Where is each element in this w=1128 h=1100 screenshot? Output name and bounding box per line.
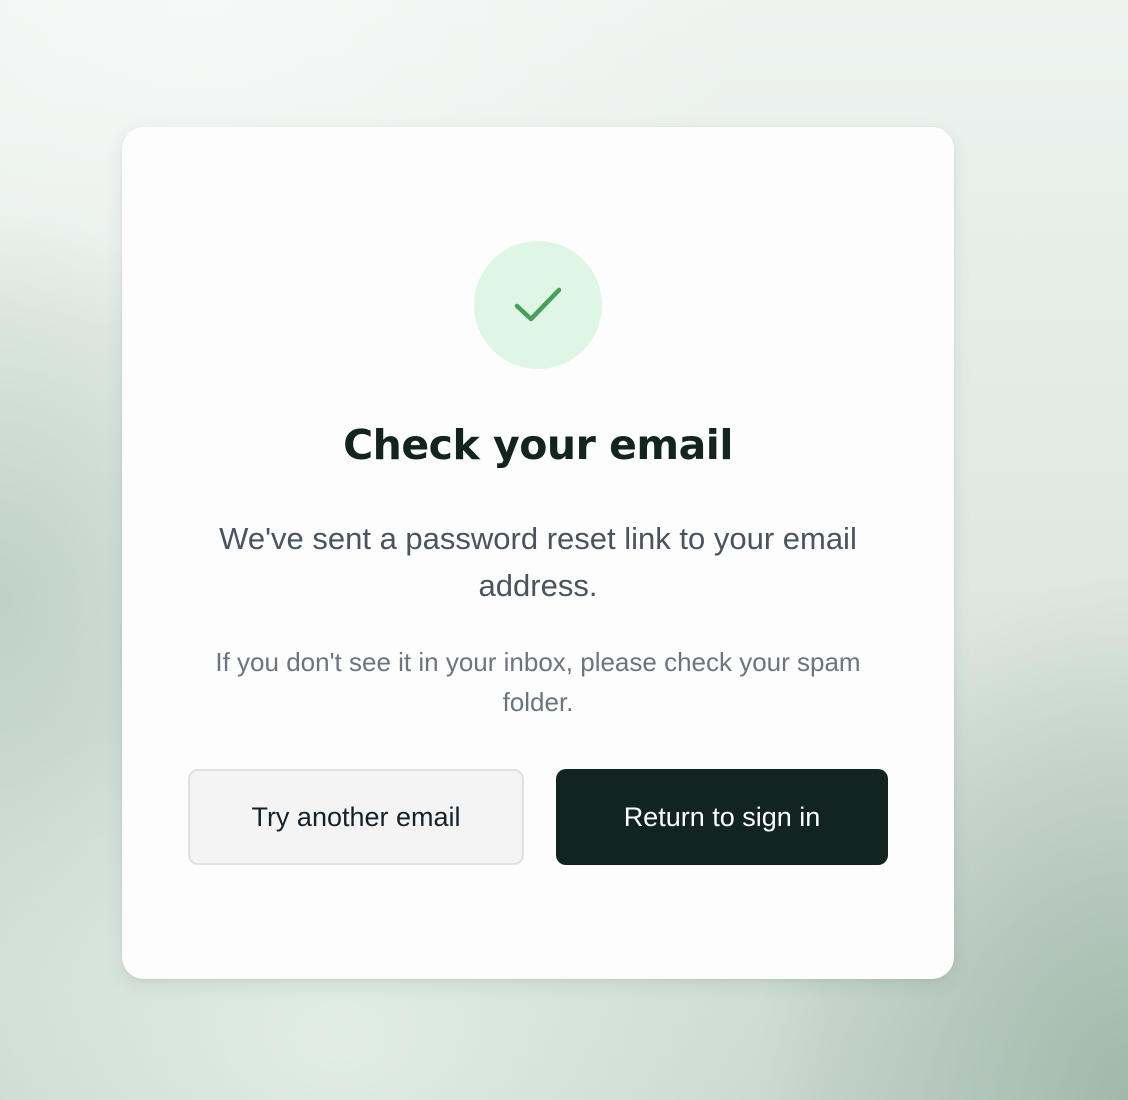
confirmation-card: Check your email We've sent a password r… [122, 127, 954, 979]
return-to-sign-in-button[interactable]: Return to sign in [556, 769, 888, 865]
page-title: Check your email [343, 421, 733, 469]
spam-hint: If you don't see it in your inbox, pleas… [215, 647, 861, 717]
try-another-email-button[interactable]: Try another email [188, 769, 524, 865]
confirmation-message: We've sent a password reset link to your… [219, 521, 857, 603]
check-icon [514, 287, 562, 322]
success-badge [474, 241, 602, 369]
